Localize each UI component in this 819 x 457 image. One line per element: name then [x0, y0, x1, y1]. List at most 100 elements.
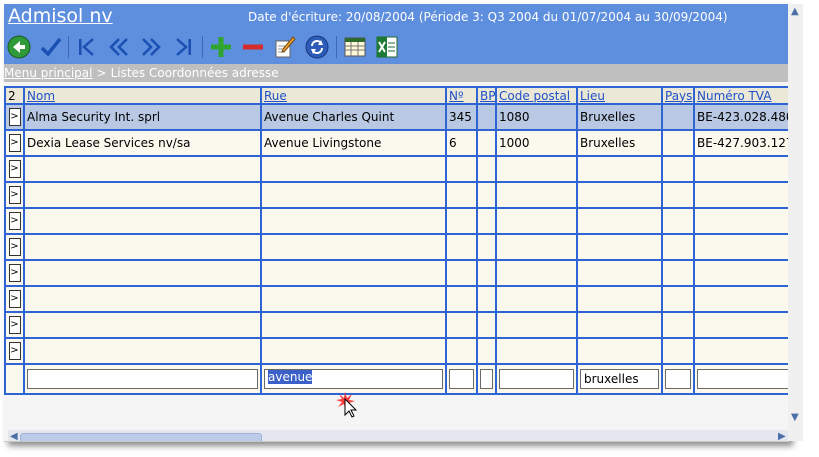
app-title[interactable]: Admisol nv: [8, 5, 113, 27]
empty-cell: [661, 155, 695, 183]
cell-lieu: Bruxelles: [576, 103, 663, 131]
empty-cell: [693, 233, 788, 261]
cell-numero-tva: BE-423.028.480: [693, 103, 788, 131]
previous-record-icon[interactable]: [106, 34, 132, 60]
excel-export-icon[interactable]: [374, 34, 400, 60]
row-select-cell: >: [4, 285, 25, 313]
column-header-nom[interactable]: Nom: [23, 86, 262, 105]
empty-cell: [23, 337, 262, 365]
table-view-icon[interactable]: [342, 34, 368, 60]
cell-pays: [661, 129, 695, 157]
toolbar: [4, 30, 788, 64]
check-icon[interactable]: [38, 34, 64, 60]
refresh-icon[interactable]: [304, 34, 330, 60]
column-header-bp[interactable]: BP: [476, 86, 497, 105]
empty-cell: [495, 207, 578, 235]
row-expand-button[interactable]: >: [8, 134, 21, 152]
cell-code-postal: 1080: [495, 103, 578, 131]
empty-row[interactable]: >: [4, 233, 788, 261]
filter-cell-pays: [661, 363, 695, 395]
empty-cell: [661, 181, 695, 209]
first-record-icon[interactable]: [74, 34, 100, 60]
horizontal-scrollbar[interactable]: ◀ ▶: [8, 430, 788, 441]
empty-row[interactable]: >: [4, 259, 788, 287]
table-row[interactable]: > Alma Security Int. sprl Avenue Charles…: [4, 103, 788, 131]
vertical-scrollbar[interactable]: ▲ ▼: [788, 4, 803, 441]
empty-cell: [476, 259, 497, 287]
empty-cell: [445, 233, 478, 261]
row-expand-button[interactable]: >: [8, 316, 21, 334]
empty-cell: [476, 207, 497, 235]
empty-cell: [445, 337, 478, 365]
empty-cell: [476, 155, 497, 183]
cell-nom: Alma Security Int. sprl: [23, 103, 262, 131]
row-expand-button[interactable]: >: [8, 238, 21, 256]
empty-cell: [476, 337, 497, 365]
empty-cell: [693, 285, 788, 313]
empty-row[interactable]: >: [4, 155, 788, 183]
table-row[interactable]: > Dexia Lease Services nv/sa Avenue Livi…: [4, 129, 788, 157]
row-expand-button[interactable]: >: [8, 264, 21, 282]
row-expand-button[interactable]: >: [8, 212, 21, 230]
row-expand-button[interactable]: >: [8, 290, 21, 308]
empty-cell: [495, 181, 578, 209]
edit-icon[interactable]: [272, 34, 298, 60]
breadcrumb-home-link[interactable]: Menu principal: [4, 66, 93, 80]
row-select-cell: >: [4, 181, 25, 209]
cell-code-postal: 1000: [495, 129, 578, 157]
column-header-pays[interactable]: Pays: [661, 86, 695, 105]
empty-cell: [576, 207, 663, 235]
empty-cell: [23, 233, 262, 261]
empty-row[interactable]: >: [4, 337, 788, 365]
breadcrumb-separator: >: [96, 66, 107, 80]
row-select-cell: >: [4, 337, 25, 365]
add-icon[interactable]: [208, 34, 234, 60]
empty-cell: [495, 155, 578, 183]
empty-row[interactable]: >: [4, 181, 788, 209]
filter-lieu-input[interactable]: [580, 369, 659, 389]
column-header-rue[interactable]: Rue: [260, 86, 447, 105]
scroll-right-icon[interactable]: ▶: [778, 431, 786, 441]
empty-cell: [23, 181, 262, 209]
empty-cell: [260, 155, 447, 183]
filter-rue-input[interactable]: avenue: [264, 369, 443, 389]
empty-row[interactable]: >: [4, 207, 788, 235]
filter-numero-tva-input[interactable]: [697, 369, 788, 389]
empty-cell: [445, 259, 478, 287]
empty-row[interactable]: >: [4, 311, 788, 339]
row-expand-button[interactable]: >: [8, 160, 21, 178]
breadcrumb: Menu principal > Listes Coordonnées adress…: [4, 64, 788, 82]
last-record-icon[interactable]: [170, 34, 196, 60]
scroll-down-icon[interactable]: ▼: [791, 412, 799, 423]
empty-cell: [495, 285, 578, 313]
filter-cell-nom: [23, 363, 262, 395]
title-bar: Admisol nv Date d'écriture: 20/08/2004 (…: [4, 4, 788, 30]
column-header-numero-tva[interactable]: Numéro TVA: [693, 86, 788, 105]
filter-nom-input[interactable]: [27, 369, 258, 389]
scroll-left-icon[interactable]: ◀: [10, 431, 18, 441]
empty-cell: [693, 181, 788, 209]
filter-no-input[interactable]: [449, 369, 474, 389]
remove-icon[interactable]: [240, 34, 266, 60]
row-expand-button[interactable]: >: [8, 186, 21, 204]
back-icon[interactable]: [6, 34, 32, 60]
filter-pays-input[interactable]: [665, 369, 691, 389]
empty-cell: [476, 181, 497, 209]
column-header-no[interactable]: Nº: [445, 86, 478, 105]
filter-code-postal-input[interactable]: [499, 369, 574, 389]
row-expand-button[interactable]: >: [8, 108, 21, 126]
cell-no: 6: [445, 129, 478, 157]
horizontal-scroll-thumb[interactable]: [20, 433, 262, 441]
scroll-up-icon[interactable]: ▲: [791, 6, 799, 17]
toolbar-separator: [68, 36, 69, 58]
column-header-code-postal[interactable]: Code postal: [495, 86, 578, 105]
filter-bp-input[interactable]: [480, 369, 493, 389]
next-record-icon[interactable]: [138, 34, 164, 60]
empty-cell: [445, 207, 478, 235]
column-header-lieu[interactable]: Lieu: [576, 86, 663, 105]
empty-cell: [23, 155, 262, 183]
row-expand-button[interactable]: >: [8, 342, 21, 360]
empty-cell: [576, 311, 663, 339]
empty-row[interactable]: >: [4, 285, 788, 313]
empty-cell: [23, 285, 262, 313]
